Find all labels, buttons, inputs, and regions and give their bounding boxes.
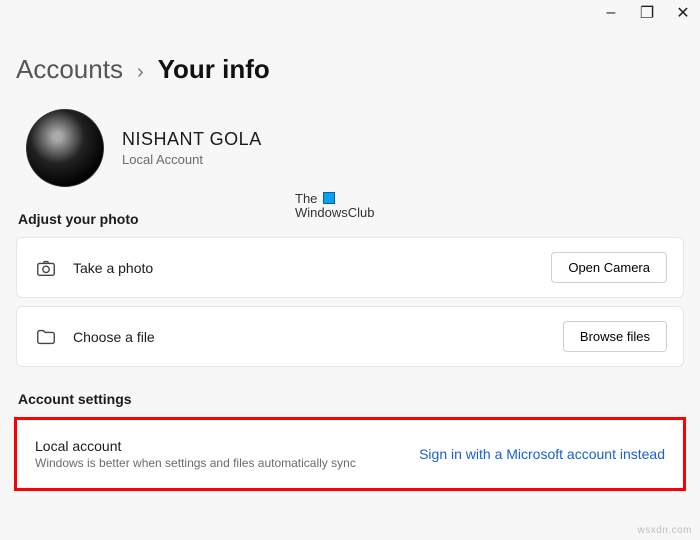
- folder-icon: [33, 324, 59, 350]
- watermark-line1: The: [295, 191, 317, 206]
- choose-file-label: Choose a file: [73, 329, 563, 345]
- close-button[interactable]: ✕: [676, 6, 690, 20]
- window-controls: – ❐ ✕: [604, 6, 690, 20]
- local-account-row: Local account Windows is better when set…: [14, 417, 686, 491]
- watermark-logo-icon: [323, 192, 335, 204]
- profile-type: Local Account: [122, 152, 262, 167]
- browse-files-button[interactable]: Browse files: [563, 321, 667, 352]
- sign-in-microsoft-link[interactable]: Sign in with a Microsoft account instead: [419, 446, 665, 462]
- profile-name: NISHANT GOLA: [122, 129, 262, 150]
- avatar: [26, 109, 104, 187]
- minimize-button[interactable]: –: [604, 6, 618, 20]
- local-account-desc: Windows is better when settings and file…: [35, 456, 419, 470]
- maximize-button[interactable]: ❐: [640, 6, 654, 20]
- choose-file-row: Choose a file Browse files: [16, 306, 684, 367]
- breadcrumb: Accounts › Your info: [16, 54, 684, 85]
- breadcrumb-parent[interactable]: Accounts: [16, 54, 123, 85]
- profile-header: NISHANT GOLA Local Account: [26, 109, 684, 187]
- take-photo-row: Take a photo Open Camera: [16, 237, 684, 298]
- take-photo-label: Take a photo: [73, 260, 551, 276]
- attribution: wsxdn.com: [637, 525, 692, 536]
- watermark-line2: WindowsClub: [295, 205, 374, 220]
- local-account-title: Local account: [35, 438, 419, 454]
- page-title: Your info: [158, 54, 270, 85]
- watermark: The WindowsClub: [295, 192, 374, 221]
- camera-icon: [33, 255, 59, 281]
- section-title-account: Account settings: [18, 391, 684, 407]
- chevron-right-icon: ›: [137, 61, 144, 84]
- open-camera-button[interactable]: Open Camera: [551, 252, 667, 283]
